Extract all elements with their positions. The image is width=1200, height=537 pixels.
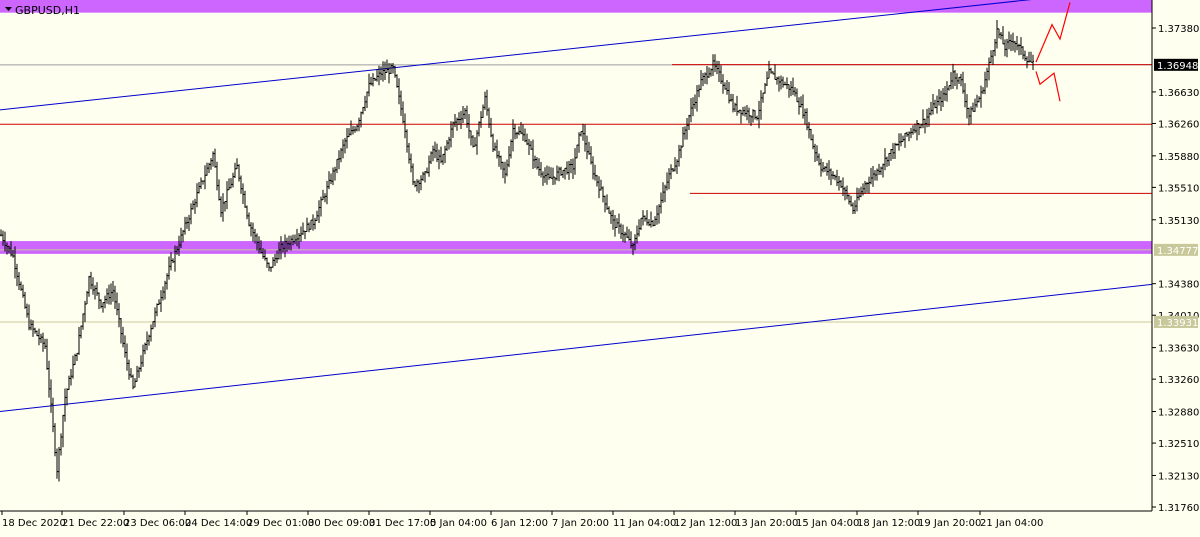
x-tick-label: 19 Jan 20:00 (918, 518, 981, 529)
y-tick-label: 1.32510 (1158, 439, 1199, 450)
y-tick-label: 1.32130 (1158, 471, 1199, 482)
x-tick-label: 15 Jan 04:00 (796, 518, 859, 529)
y-tick-label: 1.36630 (1158, 88, 1199, 99)
current-price-text: 1.36948 (1157, 61, 1198, 72)
x-tick-label: 21 Jan 04:00 (980, 518, 1043, 529)
zones-layer (0, 0, 1200, 533)
price-axis-panel (1152, 0, 1200, 533)
x-tick-label: 24 Dec 14:00 (185, 518, 252, 529)
y-tick-label: 1.35880 (1158, 152, 1199, 163)
x-tick-label: 18 Dec 2020 (2, 518, 66, 529)
y-tick-label: 1.37380 (1158, 24, 1199, 35)
x-tick-label: 31 Dec 17:00 (369, 518, 436, 529)
y-tick-label: 1.35130 (1158, 216, 1199, 227)
y-tick-label: 1.35510 (1158, 183, 1199, 194)
x-tick-label: 18 Jan 12:00 (857, 518, 920, 529)
x-tick-label: 23 Dec 06:00 (124, 518, 191, 529)
x-tick-label: 13 Jan 20:00 (735, 518, 798, 529)
x-tick-label: 12 Jan 12:00 (674, 518, 737, 529)
y-tick-label: 1.36260 (1158, 119, 1199, 130)
chart-window[interactable]: 1.37380 1.36630 1.36260 1.35880 1.35510 1.351… (0, 0, 1200, 533)
symbol-title: GBPUSD,H1 (15, 4, 80, 17)
x-tick-label: 29 Dec 01:00 (247, 518, 314, 529)
chart-background (0, 0, 1200, 533)
x-tick-label: 5 Jan 04:00 (430, 518, 487, 529)
x-tick-label: 11 Jan 04:00 (613, 518, 676, 529)
price-label-text: 1.34777 (1157, 246, 1198, 257)
upper-resistance-zone[interactable] (0, 0, 1200, 13)
x-tick-label: 7 Jan 20:00 (552, 518, 609, 529)
y-tick-label: 1.33260 (1158, 375, 1199, 386)
x-tick-label: 6 Jan 12:00 (491, 518, 548, 529)
title-layer: GBPUSD,H1 (5, 4, 80, 17)
y-tick-label: 1.31760 (1158, 503, 1199, 514)
price-label-text: 1.33931 (1157, 318, 1198, 329)
y-tick-label: 1.32880 (1158, 408, 1199, 419)
chart-svg[interactable]: 1.37380 1.36630 1.36260 1.35880 1.35510 1.351… (0, 0, 1200, 533)
y-tick-label: 1.33630 (1158, 344, 1199, 355)
y-tick-label: 1.34380 (1158, 280, 1199, 291)
x-tick-label: 21 Dec 22:00 (62, 518, 129, 529)
x-tick-label: 30 Dec 09:00 (308, 518, 375, 529)
